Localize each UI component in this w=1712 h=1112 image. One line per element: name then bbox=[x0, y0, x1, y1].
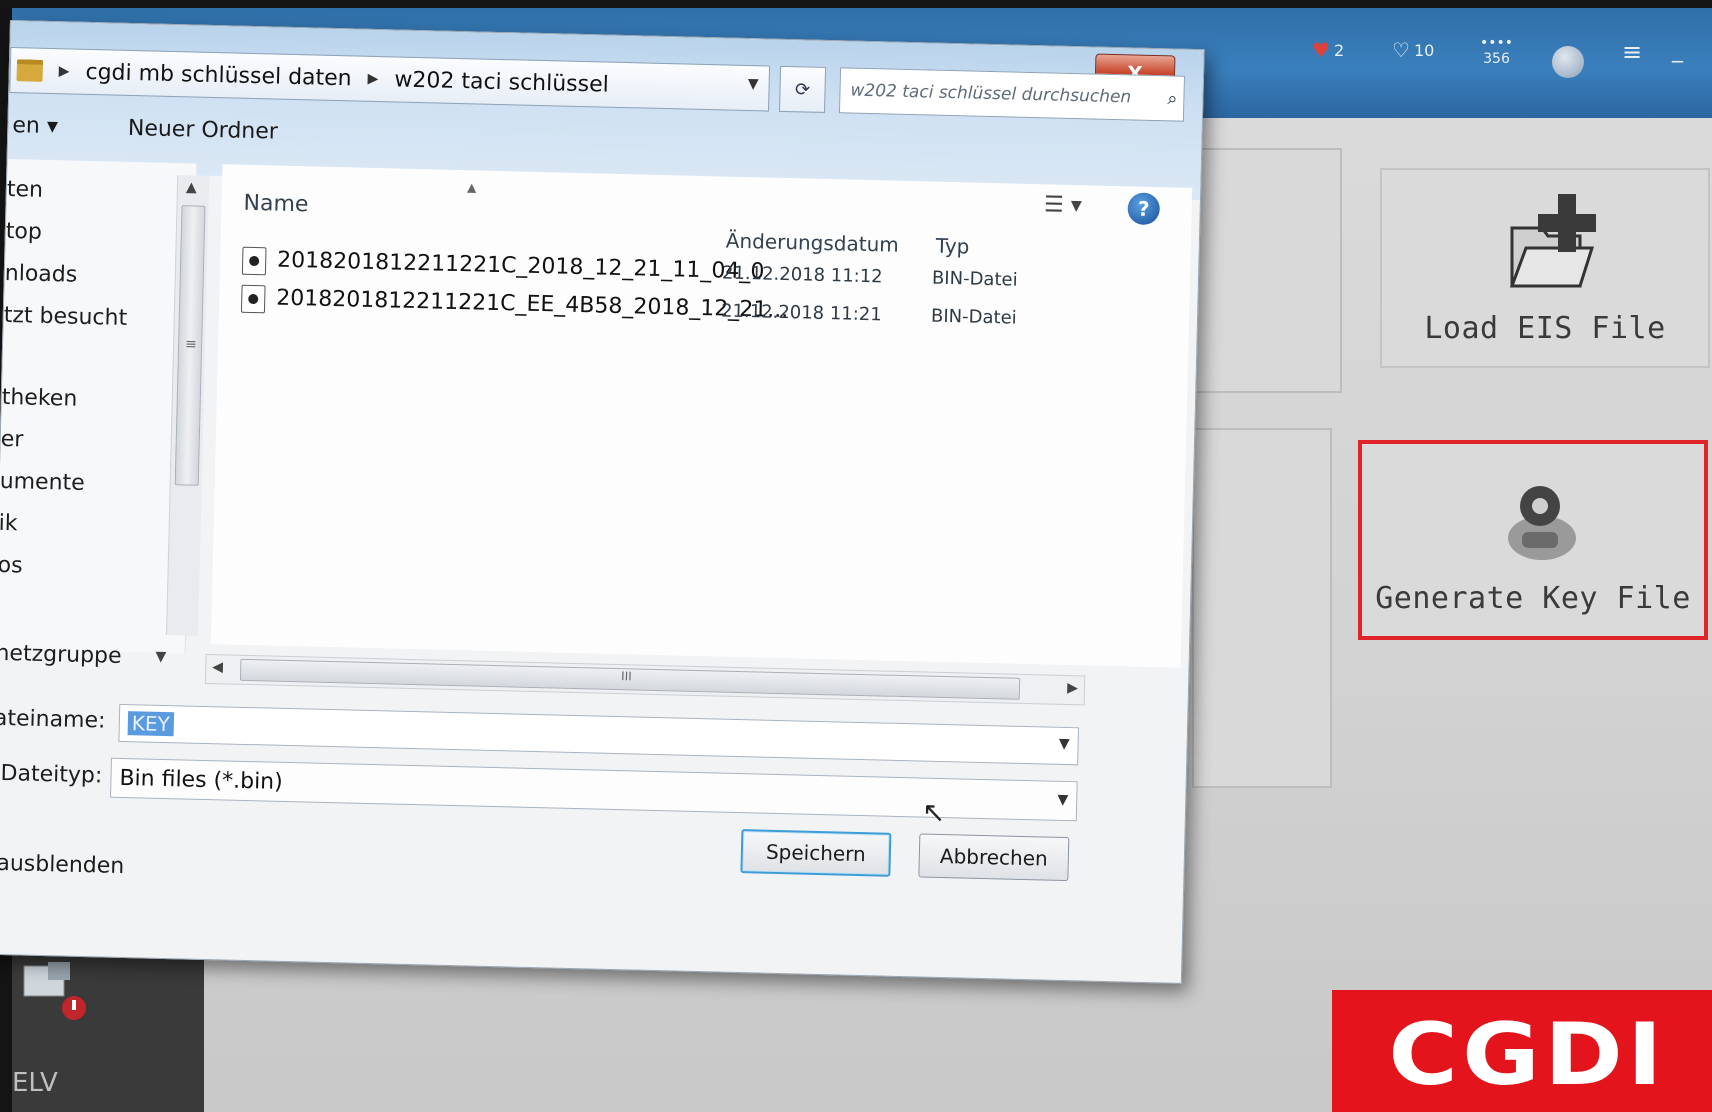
elv-label: ELV bbox=[12, 1068, 58, 1098]
nav-item-recent[interactable]: tzt besucht bbox=[3, 303, 127, 331]
nav-item-videos[interactable]: os bbox=[0, 553, 23, 579]
nav-item-downloads[interactable]: nloads bbox=[5, 261, 78, 288]
save-file-dialog: X ▶ cgdi mb schlüssel daten ▶ w202 taci … bbox=[0, 20, 1205, 984]
load-eis-file-label: Load EIS File bbox=[1424, 311, 1666, 346]
stats-dots: •••• bbox=[1480, 35, 1514, 51]
search-input[interactable]: w202 taci schlüssel durchsuchen ⌕ bbox=[838, 67, 1185, 122]
file-date: 21.12.2018 11:12 bbox=[721, 262, 883, 288]
search-placeholder: w202 taci schlüssel durchsuchen bbox=[850, 80, 1132, 108]
elv-menu-item[interactable]: ELV bbox=[12, 938, 204, 1112]
column-header-type[interactable]: Typ bbox=[935, 234, 969, 259]
filename-value: KEY bbox=[127, 711, 175, 737]
likes-count: 10 bbox=[1413, 40, 1435, 60]
nav-item-pictures[interactable]: er bbox=[0, 427, 23, 453]
hide-folders-toggle[interactable]: ausblenden bbox=[0, 851, 125, 879]
bin-file-icon bbox=[241, 246, 267, 276]
refresh-icon: ⟳ bbox=[794, 78, 811, 101]
nav-item-libraries[interactable]: theken bbox=[1, 385, 77, 412]
save-button[interactable]: Speichern bbox=[740, 829, 892, 877]
sort-indicator-icon: ▲ bbox=[466, 180, 477, 195]
background-panel bbox=[1192, 148, 1342, 393]
breadcrumb-item[interactable]: w202 taci schlüssel bbox=[394, 67, 609, 97]
file-date: 21.12.2018 11:21 bbox=[720, 300, 882, 326]
mouse-cursor-icon: ↖ bbox=[921, 795, 946, 830]
scrollbar-thumb[interactable]: ≡ bbox=[174, 205, 206, 486]
search-icon: ⌕ bbox=[1167, 87, 1178, 110]
background-panel bbox=[1192, 428, 1332, 788]
nav-item-documents[interactable]: umente bbox=[0, 469, 85, 496]
filename-field[interactable]: KEY ▼ bbox=[118, 703, 1080, 766]
column-header-date[interactable]: Änderungsdatum bbox=[726, 229, 900, 257]
filetype-value: Bin files (*.bin) bbox=[119, 765, 284, 795]
cgdi-logo-text: CGDI bbox=[1388, 1005, 1668, 1105]
folder-plus-icon bbox=[1509, 194, 1596, 288]
help-icon[interactable]: ? bbox=[1127, 192, 1161, 226]
cancel-button[interactable]: Abbrechen bbox=[918, 833, 1070, 882]
thumbs-up-icon: ♡ bbox=[1392, 38, 1410, 62]
generate-key-file-label: Generate Key File bbox=[1375, 581, 1691, 616]
stats-indicator: •••• 356 bbox=[1480, 36, 1513, 66]
likes-counter[interactable]: ♡ 10 bbox=[1392, 38, 1434, 62]
bin-file-icon bbox=[240, 284, 266, 314]
nav-item-music[interactable]: ik bbox=[0, 511, 18, 536]
minimize-icon[interactable]: _ bbox=[1672, 38, 1683, 63]
scroll-right-icon[interactable]: ▶ bbox=[1067, 680, 1078, 696]
chevron-down-icon[interactable]: ▼ bbox=[748, 76, 759, 92]
filename-label: ateiname: bbox=[0, 705, 106, 734]
nav-item-favorites[interactable]: ten bbox=[7, 177, 44, 203]
scroll-up-icon[interactable]: ▲ bbox=[186, 179, 197, 195]
filetype-label: Dateityp: bbox=[0, 760, 103, 789]
cgdi-logo: CGDI bbox=[1332, 990, 1712, 1112]
organize-menu[interactable]: en ▾ bbox=[12, 113, 58, 139]
column-header-name[interactable]: Name bbox=[243, 191, 308, 218]
scrollbar-thumb[interactable]: III bbox=[239, 658, 1021, 700]
nav-item-homegroup[interactable]: netzgruppe bbox=[0, 641, 122, 669]
nav-item-desktop[interactable]: top bbox=[6, 219, 43, 245]
chevron-right-icon: ▶ bbox=[58, 63, 70, 80]
view-options-button[interactable]: ☰ ▾ bbox=[1044, 192, 1082, 218]
refresh-button[interactable]: ⟳ bbox=[778, 65, 827, 113]
grip-icon: III bbox=[620, 669, 632, 684]
globe-icon[interactable] bbox=[1552, 46, 1584, 78]
elv-module-icon bbox=[23, 962, 86, 1020]
scroll-left-icon[interactable]: ◀ bbox=[212, 659, 223, 675]
file-name: 2018201812211221C_2018_12_21_11_04_0 bbox=[276, 247, 765, 285]
file-type: BIN-Datei bbox=[930, 305, 1017, 329]
key-gear-icon bbox=[1508, 486, 1576, 560]
chevron-down-icon[interactable]: ▼ bbox=[1059, 736, 1070, 752]
grip-icon: ≡ bbox=[184, 336, 198, 353]
chevron-right-icon: ▶ bbox=[367, 70, 379, 88]
file-list: ▲ ☰ ▾ ? Name Änderungsdatum Typ 20182018… bbox=[210, 164, 1193, 668]
favorites-counter[interactable]: ♥ 2 bbox=[1312, 38, 1344, 62]
hamburger-icon[interactable]: ≡ bbox=[1622, 38, 1642, 66]
file-type: BIN-Datei bbox=[931, 267, 1018, 291]
load-eis-file-button[interactable]: Load EIS File bbox=[1380, 168, 1710, 368]
new-folder-button[interactable]: Neuer Ordner bbox=[128, 115, 279, 144]
generate-key-file-button[interactable]: Generate Key File bbox=[1358, 440, 1708, 640]
heart-icon: ♥ bbox=[1312, 38, 1330, 62]
folder-icon bbox=[16, 59, 44, 82]
chevron-down-icon[interactable]: ▼ bbox=[155, 649, 166, 665]
breadcrumb-item[interactable]: cgdi mb schlüssel daten bbox=[85, 59, 352, 90]
favorites-count: 2 bbox=[1333, 40, 1345, 60]
chevron-down-icon[interactable]: ▼ bbox=[1057, 792, 1068, 808]
stats-value: 356 bbox=[1483, 51, 1510, 67]
